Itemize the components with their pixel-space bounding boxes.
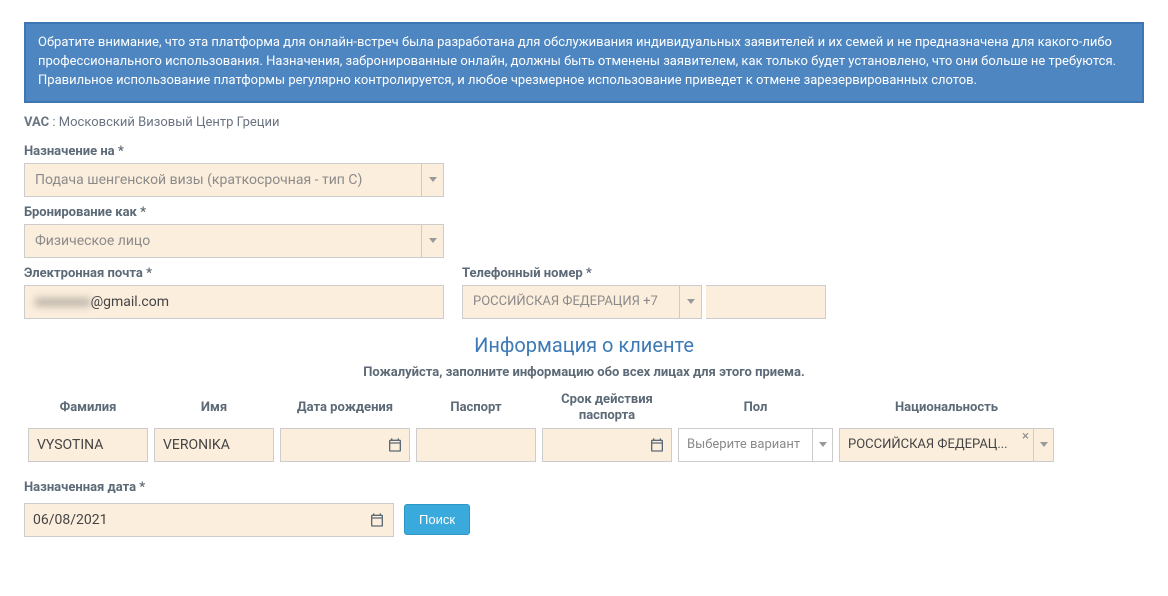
email-masked: xxxxxxxx	[35, 294, 91, 310]
phone-number-field[interactable]	[706, 285, 826, 319]
appointment-for-select[interactable]: Подача шенгенской визы (краткосрочная - …	[24, 163, 444, 197]
name-field[interactable]: VERONIKA	[154, 428, 274, 462]
calendar-icon[interactable]	[649, 437, 665, 453]
gender-select[interactable]: Выберите вариант	[678, 428, 833, 462]
passport-field[interactable]	[416, 428, 536, 462]
appointed-date-label: Назначенная дата *	[24, 480, 1144, 495]
nationality-select[interactable]: РОССИЙСКАЯ ФЕДЕРАЦ... ×	[839, 428, 1054, 462]
appointed-date-value: 06/08/2021	[33, 512, 108, 528]
booking-as-select[interactable]: Физическое лицо	[24, 224, 444, 258]
chevron-down-icon[interactable]	[812, 429, 832, 461]
passport-valid-field[interactable]	[542, 428, 672, 462]
surname-field[interactable]: VYSOTINA	[28, 428, 148, 462]
vac-value: Московский Визовый Центр Греции	[59, 115, 280, 130]
platform-notice: Обратите внимание, что эта платформа для…	[24, 22, 1144, 103]
search-button[interactable]: Поиск	[404, 504, 470, 535]
phone-label: Телефонный номер *	[462, 266, 826, 281]
col-dob-header: Дата рождения	[280, 392, 410, 424]
calendar-icon[interactable]	[387, 437, 403, 453]
email-field[interactable]: xxxxxxxx@gmail.com	[24, 285, 444, 319]
gender-placeholder: Выберите вариант	[679, 429, 812, 461]
appointed-date-field[interactable]: 06/08/2021	[24, 503, 394, 537]
chevron-down-icon[interactable]	[421, 164, 443, 196]
chevron-down-icon[interactable]	[679, 286, 701, 318]
email-label: Электронная почта *	[24, 266, 444, 281]
chevron-down-icon[interactable]	[1033, 429, 1053, 461]
booking-as-value: Физическое лицо	[25, 225, 421, 257]
booking-as-label: Бронирование как *	[24, 205, 1144, 220]
calendar-icon[interactable]	[369, 512, 385, 528]
dob-field[interactable]	[280, 428, 410, 462]
col-nationality-header: Национальность	[839, 392, 1054, 424]
phone-country-select[interactable]: РОССИЙСКАЯ ФЕДЕРАЦИЯ +7	[462, 285, 702, 319]
client-section-title: Информация о клиенте	[24, 333, 1144, 357]
email-domain: @gmail.com	[91, 294, 169, 310]
clear-icon[interactable]: ×	[1022, 429, 1029, 461]
client-section-subtitle: Пожалуйста, заполните информацию обо все…	[24, 365, 1144, 380]
phone-country-value: РОССИЙСКАЯ ФЕДЕРАЦИЯ +7	[463, 286, 679, 318]
col-name-header: Имя	[154, 392, 274, 424]
col-passport-valid-header: Срок действия паспорта	[542, 392, 672, 424]
vac-sep: :	[49, 115, 59, 130]
chevron-down-icon[interactable]	[421, 225, 443, 257]
vac-label: VAC	[24, 115, 49, 130]
col-surname-header: Фамилия	[28, 392, 148, 424]
col-passport-header: Паспорт	[416, 392, 536, 424]
appointment-for-label: Назначение на *	[24, 144, 1144, 159]
nationality-value: РОССИЙСКАЯ ФЕДЕРАЦ...	[840, 429, 1022, 461]
col-gender-header: Пол	[678, 392, 833, 424]
vac-line: VAC : Московский Визовый Центр Греции	[24, 115, 1144, 130]
appointment-for-value: Подача шенгенской визы (краткосрочная - …	[25, 164, 421, 196]
